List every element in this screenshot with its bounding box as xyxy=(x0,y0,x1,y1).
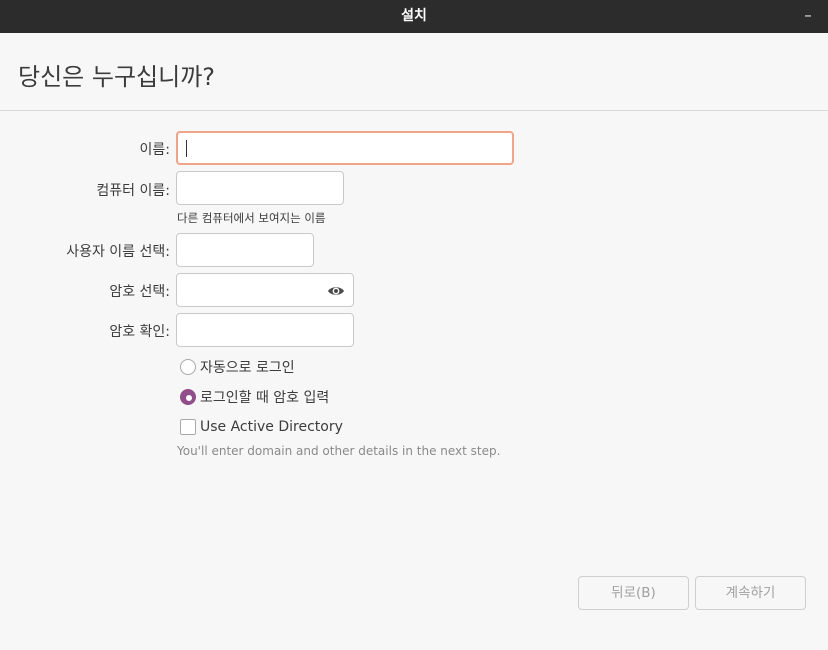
confirm-password-label: 암호 확인: xyxy=(109,324,170,340)
back-button[interactable]: 뒤로(B) xyxy=(578,576,689,610)
auto-login-label: 자동으로 로그인 xyxy=(200,360,295,376)
computer-name-hint: 다른 컴퓨터에서 보여지는 이름 xyxy=(177,211,326,225)
active-directory-note: You'll enter domain and other details in… xyxy=(177,444,501,458)
username-input[interactable] xyxy=(176,233,314,267)
window-title: 설치 xyxy=(401,8,427,24)
page-header: 당신은 누구십니까? xyxy=(0,33,828,111)
text-caret xyxy=(186,140,187,157)
username-label: 사용자 이름 선택: xyxy=(66,244,170,260)
active-directory-option[interactable]: Use Active Directory xyxy=(180,417,343,437)
active-directory-label: Use Active Directory xyxy=(200,419,343,435)
computer-name-input[interactable] xyxy=(176,171,344,205)
name-input[interactable] xyxy=(176,131,514,165)
name-label: 이름: xyxy=(139,142,170,158)
auto-login-option[interactable]: 자동으로 로그인 xyxy=(180,357,295,377)
minimize-button[interactable]: – xyxy=(796,0,820,33)
page-title: 당신은 누구십니까? xyxy=(18,63,216,91)
require-password-radio[interactable] xyxy=(180,389,196,405)
computer-name-label: 컴퓨터 이름: xyxy=(96,183,170,199)
active-directory-checkbox[interactable] xyxy=(180,419,196,435)
require-password-label: 로그인할 때 암호 입력 xyxy=(200,390,330,406)
password-label: 암호 선택: xyxy=(109,284,170,300)
window-titlebar: 설치 – xyxy=(0,0,828,33)
auto-login-radio[interactable] xyxy=(180,359,196,375)
password-input[interactable] xyxy=(176,273,354,307)
continue-button[interactable]: 계속하기 xyxy=(695,576,806,610)
confirm-password-input[interactable] xyxy=(176,313,354,347)
eye-icon[interactable] xyxy=(327,282,345,300)
require-password-option[interactable]: 로그인할 때 암호 입력 xyxy=(180,387,329,407)
